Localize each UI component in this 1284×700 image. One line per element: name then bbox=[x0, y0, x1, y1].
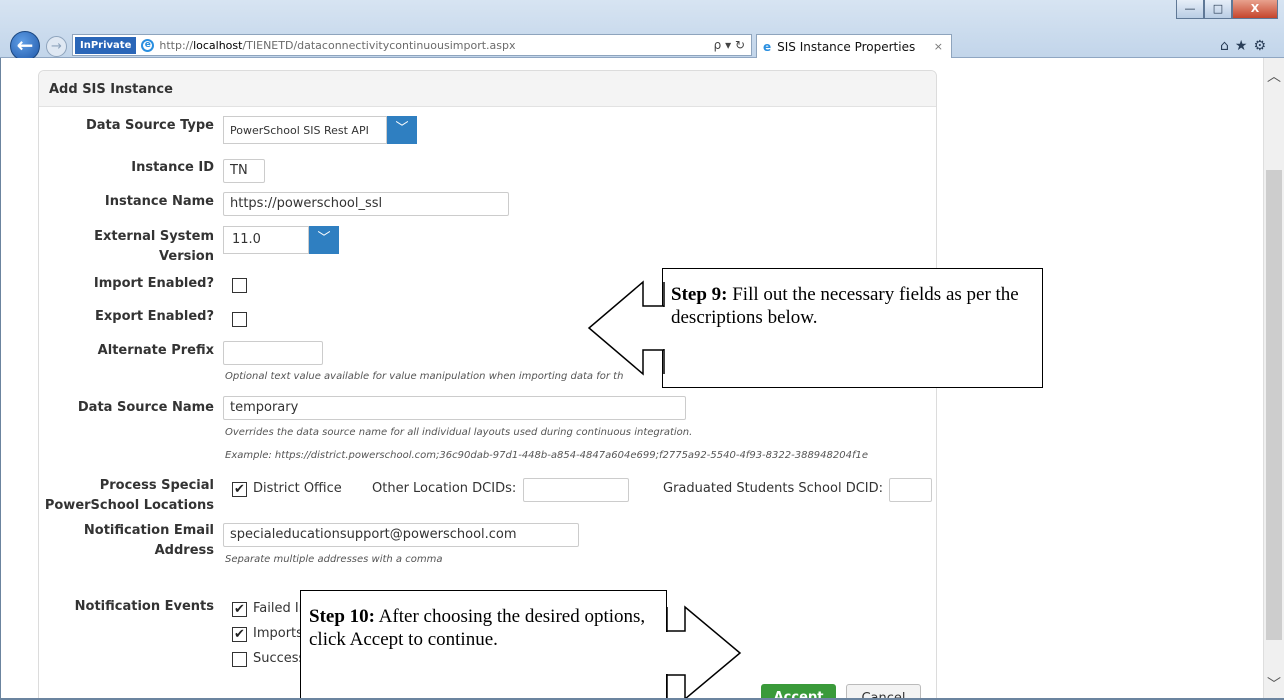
chevron-down-icon[interactable]: ﹀ bbox=[309, 226, 339, 254]
notification-event-label: Failed In bbox=[253, 601, 307, 616]
notification-event-label: Success bbox=[253, 651, 306, 666]
search-refresh-icon[interactable]: ρ ▾ ↻ bbox=[714, 38, 745, 52]
address-bar[interactable]: InPrivate e http://localhost/TIENETD/dat… bbox=[72, 34, 752, 56]
ie-tab-icon: e bbox=[763, 39, 772, 54]
left-arrow-icon bbox=[587, 280, 665, 376]
forward-arrow-icon[interactable]: → bbox=[46, 36, 67, 57]
import-enabled-checkbox[interactable] bbox=[232, 278, 247, 293]
graduated-students-label: Graduated Students School DCID: bbox=[663, 481, 884, 496]
notification-event-checkbox[interactable]: ✔ bbox=[232, 602, 247, 617]
export-enabled-label: Export Enabled? bbox=[95, 309, 214, 324]
graduated-students-dcid-input[interactable] bbox=[889, 478, 932, 502]
back-arrow-icon[interactable]: ← bbox=[10, 31, 40, 61]
right-arrow-icon bbox=[665, 605, 742, 698]
accept-button[interactable]: Accept bbox=[761, 684, 836, 698]
instance-id-label: Instance ID bbox=[131, 160, 214, 175]
data-source-type-select[interactable]: PowerSchool SIS Rest API bbox=[223, 116, 387, 144]
alternate-prefix-input[interactable] bbox=[223, 341, 323, 365]
window-controls: — □ X bbox=[1176, 0, 1278, 19]
instance-name-input[interactable]: https://powerschool_ssl bbox=[223, 192, 509, 216]
ie-logo-icon: e bbox=[141, 38, 155, 52]
process-special-locations-label: Process Special PowerSchool Locations bbox=[44, 478, 214, 513]
scrollbar-thumb[interactable] bbox=[1266, 170, 1282, 640]
other-location-dcids-input[interactable] bbox=[523, 478, 629, 502]
step10-callout: Step 10: After choosing the desired opti… bbox=[300, 590, 667, 698]
instance-name-label: Instance Name bbox=[104, 194, 214, 209]
notification-event-label: Imports bbox=[253, 626, 303, 641]
toolbar-home-favorites-settings-icons[interactable]: ⌂★⚙ bbox=[1220, 38, 1272, 54]
notification-event-checkbox[interactable] bbox=[232, 652, 247, 667]
data-source-name-label: Data Source Name bbox=[77, 400, 214, 415]
scroll-up-icon[interactable]: ︿ bbox=[1267, 66, 1281, 86]
tab-sis-instance-properties[interactable]: e SIS Instance Properties × bbox=[756, 34, 952, 58]
cancel-button[interactable]: Cancel bbox=[846, 684, 921, 698]
alternate-prefix-label: Alternate Prefix bbox=[97, 343, 214, 358]
url-text[interactable]: http://localhost/TIENETD/dataconnectivit… bbox=[159, 39, 515, 52]
instance-id-input[interactable]: TN bbox=[223, 159, 265, 183]
minimize-button[interactable]: — bbox=[1176, 0, 1204, 19]
vertical-scrollbar[interactable]: ︿ ﹀ bbox=[1263, 58, 1284, 700]
data-source-name-example: Example: https://district.powerschool.co… bbox=[225, 450, 869, 461]
notification-email-label: Notification Email Address bbox=[83, 523, 214, 558]
data-source-name-help: Overrides the data source name for all i… bbox=[225, 427, 693, 438]
notification-email-input[interactable]: specialeducationsupport@powerschool.com bbox=[223, 523, 579, 547]
close-tab-icon[interactable]: × bbox=[934, 40, 943, 53]
notification-event-checkbox[interactable]: ✔ bbox=[232, 627, 247, 642]
notification-email-help: Separate multiple addresses with a comma bbox=[225, 554, 443, 565]
data-source-type-label: Data Source Type bbox=[85, 118, 214, 133]
district-office-label: District Office bbox=[253, 481, 342, 496]
close-window-button[interactable]: X bbox=[1232, 0, 1278, 19]
maximize-button[interactable]: □ bbox=[1204, 0, 1232, 19]
notification-events-label: Notification Events bbox=[74, 599, 214, 614]
scroll-down-icon[interactable]: ﹀ bbox=[1267, 674, 1281, 694]
page-content: Add SIS Instance Data Source Type PowerS… bbox=[1, 58, 1263, 698]
data-source-name-input[interactable]: temporary bbox=[223, 396, 686, 420]
panel-title: Add SIS Instance bbox=[39, 71, 936, 107]
other-location-label: Other Location DCIDs: bbox=[372, 481, 517, 496]
export-enabled-checkbox[interactable] bbox=[232, 312, 247, 327]
step9-callout: Step 9: Fill out the necessary fields as… bbox=[662, 268, 1043, 388]
browser-chrome: — □ X ← → InPrivate e http://localhost/T… bbox=[0, 0, 1284, 61]
chevron-down-icon[interactable]: ﹀ bbox=[387, 116, 417, 144]
external-system-version-select[interactable]: 11.0 bbox=[223, 226, 309, 254]
alternate-prefix-help: Optional text value available for value … bbox=[225, 371, 624, 382]
district-office-checkbox[interactable]: ✔ bbox=[232, 482, 247, 497]
inprivate-badge: InPrivate bbox=[75, 36, 137, 54]
external-system-version-label: External System Version bbox=[94, 229, 214, 264]
import-enabled-label: Import Enabled? bbox=[93, 276, 214, 291]
tab-title: SIS Instance Properties bbox=[777, 39, 916, 54]
